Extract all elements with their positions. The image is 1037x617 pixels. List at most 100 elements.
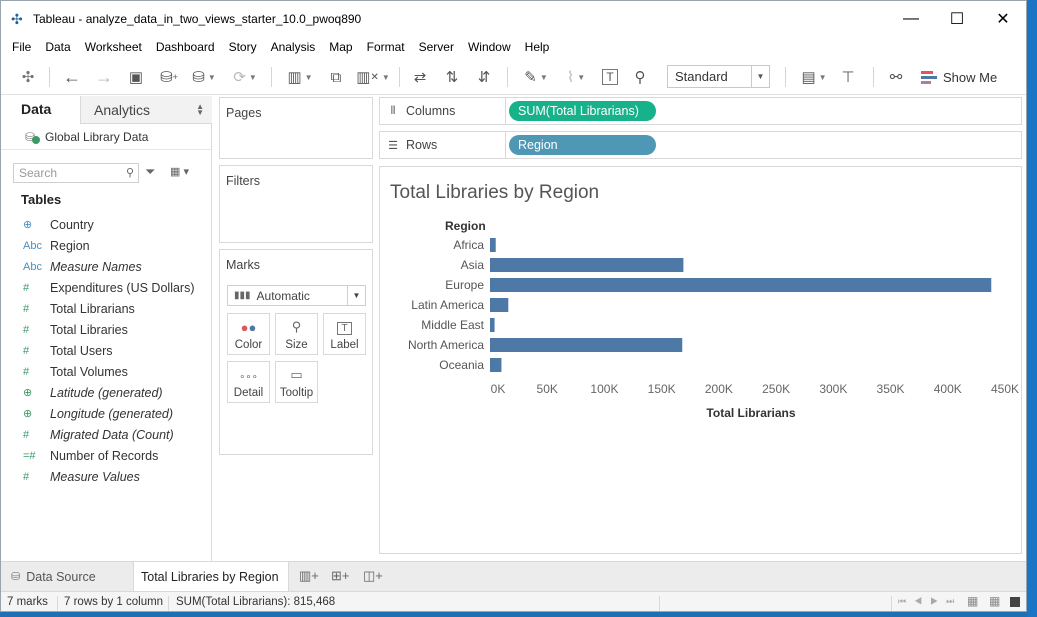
- field-label: Total Libraries: [50, 322, 128, 337]
- number-type-icon: #: [23, 428, 30, 441]
- columns-shelf[interactable]: ⦀ Columns SUM(Total Librarians): [379, 97, 1022, 125]
- tab-active-sheet[interactable]: Total Libraries by Region: [133, 562, 289, 592]
- field-item[interactable]: # Measure Values: [1, 466, 211, 487]
- duplicate-sheet-icon[interactable]: ⧉: [325, 65, 347, 89]
- color-button[interactable]: ●● Color: [227, 313, 270, 355]
- field-item[interactable]: # Total Volumes: [1, 361, 211, 382]
- detail-button[interactable]: ∘∘∘ Detail: [227, 361, 270, 403]
- field-item[interactable]: # Expenditures (US Dollars): [1, 277, 211, 298]
- label-button[interactable]: T Label: [323, 313, 366, 355]
- columns-pill[interactable]: SUM(Total Librarians): [509, 101, 656, 121]
- sheet-sorter-icon[interactable]: ▦: [989, 594, 1000, 608]
- number-type-icon: #: [23, 302, 30, 315]
- redo-icon[interactable]: →: [93, 65, 115, 89]
- rows-pill[interactable]: Region: [509, 135, 656, 155]
- menu-window[interactable]: Window: [461, 40, 518, 54]
- pages-card[interactable]: Pages: [219, 97, 373, 159]
- sort-arrows-icon[interactable]: ▲ ▼: [196, 103, 204, 117]
- menu-worksheet[interactable]: Worksheet: [78, 40, 149, 54]
- bar[interactable]: [490, 298, 509, 312]
- share-icon[interactable]: ⚯: [885, 65, 907, 89]
- bar[interactable]: [490, 258, 684, 272]
- data-source-tab-label: Data Source: [26, 569, 96, 584]
- menu-data[interactable]: Data: [38, 40, 77, 54]
- status-bar: 7 marks 7 rows by 1 column SUM(Total Lib…: [1, 591, 1026, 611]
- show-cards-icon[interactable]: ▤ ▼: [797, 65, 831, 89]
- bar[interactable]: [490, 238, 496, 252]
- tableau-logo-icon[interactable]: ✣: [17, 65, 39, 89]
- field-item[interactable]: # Migrated Data (Count): [1, 424, 211, 445]
- filters-card[interactable]: Filters: [219, 165, 373, 243]
- field-item[interactable]: # Total Librarians: [1, 298, 211, 319]
- status-sum: SUM(Total Librarians): 815,468: [176, 596, 336, 608]
- new-datasource-icon[interactable]: ⛁ +: [157, 65, 181, 89]
- highlight-icon[interactable]: ✎ ▼: [519, 65, 553, 89]
- chevron-down-icon[interactable]: ▼: [751, 66, 769, 87]
- menu-story[interactable]: Story: [222, 40, 264, 54]
- presentation-mode-icon[interactable]: ⊤: [837, 65, 859, 89]
- tabs-view-icon[interactable]: [1010, 597, 1020, 607]
- sheet-navigation-icon[interactable]: ⏮◀▶⏭: [898, 596, 962, 607]
- menu-help[interactable]: Help: [518, 40, 557, 54]
- field-item[interactable]: ⊕ Longitude (generated): [1, 403, 211, 424]
- tab-data[interactable]: Data: [1, 96, 80, 124]
- chevron-down-icon[interactable]: ▼: [347, 286, 365, 305]
- bar[interactable]: [490, 358, 502, 372]
- refresh-icon[interactable]: ⟳ ▼: [227, 65, 263, 89]
- tooltip-button[interactable]: ▭ Tooltip: [275, 361, 318, 403]
- new-worksheet-icon[interactable]: ▥ ▼: [283, 65, 317, 89]
- menu-file[interactable]: File: [5, 40, 38, 54]
- save-icon[interactable]: ▣: [125, 65, 147, 89]
- menu-map[interactable]: Map: [322, 40, 359, 54]
- filmstrip-icon[interactable]: ▦: [967, 594, 978, 608]
- sort-ascending-icon[interactable]: ⇅: [441, 65, 463, 89]
- menu-dashboard[interactable]: Dashboard: [149, 40, 222, 54]
- bar-chart: Total Libraries by Region Region Total L…: [390, 182, 1019, 420]
- minimize-button[interactable]: —: [888, 1, 934, 37]
- fit-select[interactable]: Standard ▼: [667, 65, 770, 88]
- worksheet-view[interactable]: Total Libraries by Region Region Total L…: [379, 166, 1022, 554]
- field-item[interactable]: Abc Region: [1, 235, 211, 256]
- field-item[interactable]: # Total Libraries: [1, 319, 211, 340]
- size-button[interactable]: ⚲ Size: [275, 313, 318, 355]
- bar[interactable]: [490, 278, 992, 292]
- new-worksheet-tab-icon[interactable]: ▥+: [299, 568, 319, 584]
- swap-rows-columns-icon[interactable]: ⇄: [409, 65, 431, 89]
- new-story-tab-icon[interactable]: ◫+: [363, 568, 383, 584]
- menu-server[interactable]: Server: [412, 40, 461, 54]
- filter-icon[interactable]: ⏷: [145, 164, 155, 180]
- marks-card-title: Marks: [226, 258, 261, 272]
- bar[interactable]: [490, 318, 495, 332]
- search-input[interactable]: Search ⚲: [13, 163, 139, 183]
- menu-analysis[interactable]: Analysis: [264, 40, 323, 54]
- field-item[interactable]: # Total Users: [1, 340, 211, 361]
- bar[interactable]: [490, 338, 683, 352]
- show-labels-icon[interactable]: T: [599, 65, 621, 89]
- close-button[interactable]: ✕: [980, 1, 1026, 37]
- clear-sheet-icon[interactable]: ▥ ✕ ▼: [355, 65, 391, 89]
- field-item[interactable]: =# Number of Records: [1, 445, 211, 466]
- maximize-button[interactable]: ☐: [934, 1, 980, 37]
- number-type-icon: #: [23, 281, 30, 294]
- field-item[interactable]: ⊕ Latitude (generated): [1, 382, 211, 403]
- tab-data-source[interactable]: ⛁ Data Source: [1, 562, 96, 591]
- x-tick-label: 450K: [991, 382, 1019, 396]
- view-options-icon[interactable]: ▦ ▾: [170, 165, 189, 178]
- field-item[interactable]: ⊕ Country: [1, 214, 211, 235]
- rows-icon: ☰: [388, 139, 398, 152]
- pin-axes-icon[interactable]: ⚲: [629, 65, 651, 89]
- menu-format[interactable]: Format: [360, 40, 412, 54]
- mark-type-select[interactable]: ▮▮▮ Automatic ▼: [227, 285, 366, 306]
- pause-updates-icon[interactable]: ⛁ ▼: [189, 65, 219, 89]
- sort-descending-icon[interactable]: ⇵: [473, 65, 495, 89]
- datasource-item[interactable]: ⛁ Global Library Data: [1, 125, 211, 150]
- show-me-button[interactable]: Show Me: [921, 65, 997, 89]
- new-dashboard-tab-icon[interactable]: ⊞+: [331, 568, 349, 584]
- columns-label: Columns: [406, 104, 456, 118]
- tab-analytics[interactable]: Analytics ▲ ▼: [80, 96, 212, 124]
- rows-shelf[interactable]: ☰ Rows Region: [379, 131, 1022, 159]
- field-item[interactable]: Abc Measure Names: [1, 256, 211, 277]
- category-label: Europe: [445, 278, 484, 292]
- undo-icon[interactable]: ←: [61, 65, 83, 89]
- group-members-icon[interactable]: ⌇ ▼: [559, 65, 593, 89]
